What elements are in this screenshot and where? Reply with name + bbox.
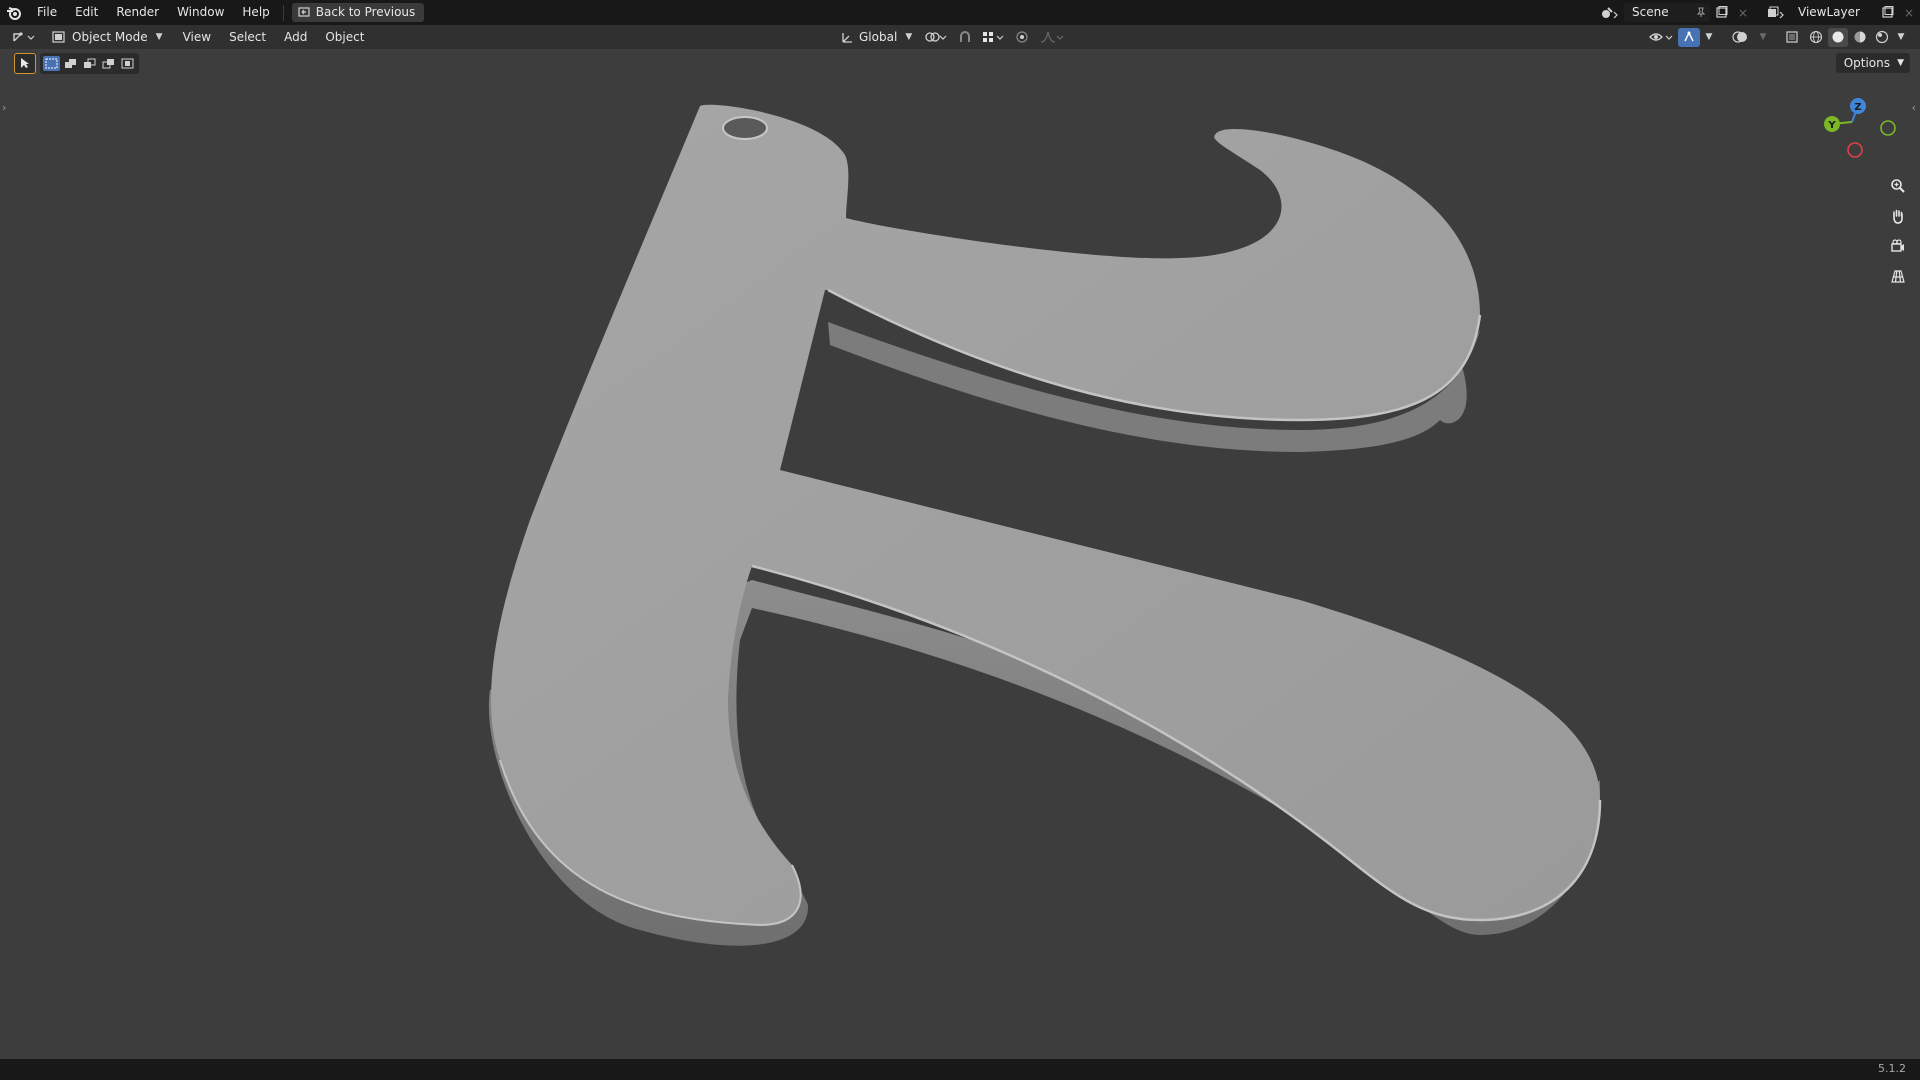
keyring-hole: [722, 116, 768, 140]
viewport-header: Object Mode ▼ View Select Add Object Glo…: [0, 25, 1920, 49]
scene-selector-icon[interactable]: [1596, 3, 1624, 22]
new-view-layer-icon[interactable]: [1876, 3, 1898, 22]
overlays-toggle-icon[interactable]: [1726, 28, 1754, 47]
close-scene-icon[interactable]: ×: [1732, 3, 1754, 22]
extend-selection-icon[interactable]: [62, 56, 79, 71]
camera-icon[interactable]: [1886, 234, 1910, 258]
wireframe-shading-icon[interactable]: [1806, 28, 1826, 47]
menu-render[interactable]: Render: [107, 0, 168, 25]
sidebar-expand-arrow-icon[interactable]: ‹: [1912, 101, 1916, 114]
intersect-selection-icon[interactable]: [119, 56, 136, 71]
grid-icon[interactable]: [1886, 264, 1910, 288]
rendered-shading-icon[interactable]: [1872, 28, 1892, 47]
viewport-display-tools: ▼ ▼ ▼: [1646, 25, 1908, 49]
orientation-axes-icon: [842, 33, 852, 43]
menu-edit[interactable]: Edit: [66, 0, 107, 25]
cursor-icon: [21, 58, 29, 68]
snap-target-icon[interactable]: [979, 28, 1007, 47]
transform-orientation-dropdown[interactable]: Global ▼: [835, 27, 917, 47]
chevron-down-icon: ▼: [155, 32, 163, 42]
scene-name-field[interactable]: Scene: [1624, 3, 1710, 22]
gizmo-toggle-icon[interactable]: [1678, 27, 1700, 47]
pivot-point-icon[interactable]: [921, 28, 951, 47]
object-mode-label: Object Mode: [72, 30, 148, 44]
3d-viewport[interactable]: [0, 49, 1920, 1059]
set-new-selection-icon[interactable]: [43, 55, 60, 71]
navigation-gizmo[interactable]: Z Y: [1808, 92, 1908, 164]
subtract-selection-icon[interactable]: [81, 56, 98, 71]
menu-object[interactable]: Object: [316, 25, 373, 49]
falloff-curve-icon[interactable]: [1037, 28, 1067, 47]
back-to-previous-label: Back to Previous: [315, 5, 416, 19]
pi-model-top-face: [491, 104, 1600, 926]
options-dropdown[interactable]: Options ▼: [1835, 53, 1910, 73]
options-label: Options: [1843, 56, 1890, 70]
axis-x-handle[interactable]: [1847, 142, 1863, 158]
toolbar-expand-arrow-icon[interactable]: ›: [2, 101, 6, 114]
blender-logo-icon[interactable]: [0, 3, 28, 22]
hand-icon[interactable]: [1886, 204, 1910, 228]
menu-file[interactable]: File: [28, 0, 66, 25]
solid-shading-icon[interactable]: [1828, 27, 1848, 47]
proportional-editing-icon[interactable]: [1011, 28, 1033, 47]
axis-y-label: Y: [1827, 120, 1836, 131]
select-tool-button[interactable]: [14, 52, 36, 74]
pi-keychain-model[interactable]: [0, 49, 1920, 1059]
view-layer-name-field[interactable]: ViewLayer: [1790, 3, 1876, 22]
editor-type-selector[interactable]: [6, 28, 42, 47]
3d-viewport-icon: [13, 32, 35, 42]
view-layer-name-label: ViewLayer: [1798, 5, 1860, 19]
menu-add[interactable]: Add: [275, 25, 316, 49]
shading-options-chevron-icon[interactable]: ▼: [1894, 28, 1908, 47]
back-to-previous-button[interactable]: Back to Previous: [291, 3, 425, 22]
transform-tools: Global ▼: [835, 25, 1067, 49]
top-bar: File Edit Render Window Help Back to Pre…: [0, 0, 1920, 25]
invert-selection-icon[interactable]: [100, 56, 117, 71]
version-label: 5.1.2: [1878, 1062, 1906, 1075]
menu-help[interactable]: Help: [233, 0, 278, 25]
transform-orientation-label: Global: [859, 30, 898, 44]
close-view-layer-icon[interactable]: ×: [1898, 3, 1920, 22]
back-screen-icon: [298, 7, 310, 17]
selection-mode-group: [40, 52, 139, 74]
gizmo-options-chevron-icon[interactable]: ▼: [1702, 28, 1716, 47]
menu-select[interactable]: Select: [220, 25, 275, 49]
scene-viewlayer-area: Scene × ViewLayer ×: [1596, 0, 1920, 25]
material-preview-shading-icon[interactable]: [1850, 28, 1870, 47]
menu-divider: [282, 4, 284, 21]
view-layer-selector-icon[interactable]: [1762, 3, 1790, 22]
tool-settings-row: [14, 52, 139, 74]
scene-name-label: Scene: [1632, 5, 1669, 19]
chevron-down-icon: ▼: [905, 32, 913, 42]
visibility-selectability-icon[interactable]: [1646, 28, 1676, 47]
object-mode-dropdown[interactable]: Object Mode ▼: [46, 27, 168, 47]
status-bar: 5.1.2: [0, 1059, 1920, 1080]
pin-icon[interactable]: [1696, 7, 1706, 18]
snap-toggle-icon[interactable]: [955, 28, 975, 47]
object-mode-icon: [52, 31, 65, 43]
menu-window[interactable]: Window: [168, 0, 233, 25]
zoom-icon[interactable]: [1886, 174, 1910, 198]
chevron-down-icon: ▼: [1897, 58, 1904, 68]
xray-toggle-icon[interactable]: [1780, 28, 1804, 47]
new-scene-icon[interactable]: [1710, 3, 1732, 22]
overlays-options-chevron-icon[interactable]: ▼: [1756, 28, 1770, 47]
axis-z-label: Z: [1854, 102, 1861, 113]
axis-neg-y-handle[interactable]: [1880, 120, 1896, 136]
menu-view[interactable]: View: [174, 25, 220, 49]
